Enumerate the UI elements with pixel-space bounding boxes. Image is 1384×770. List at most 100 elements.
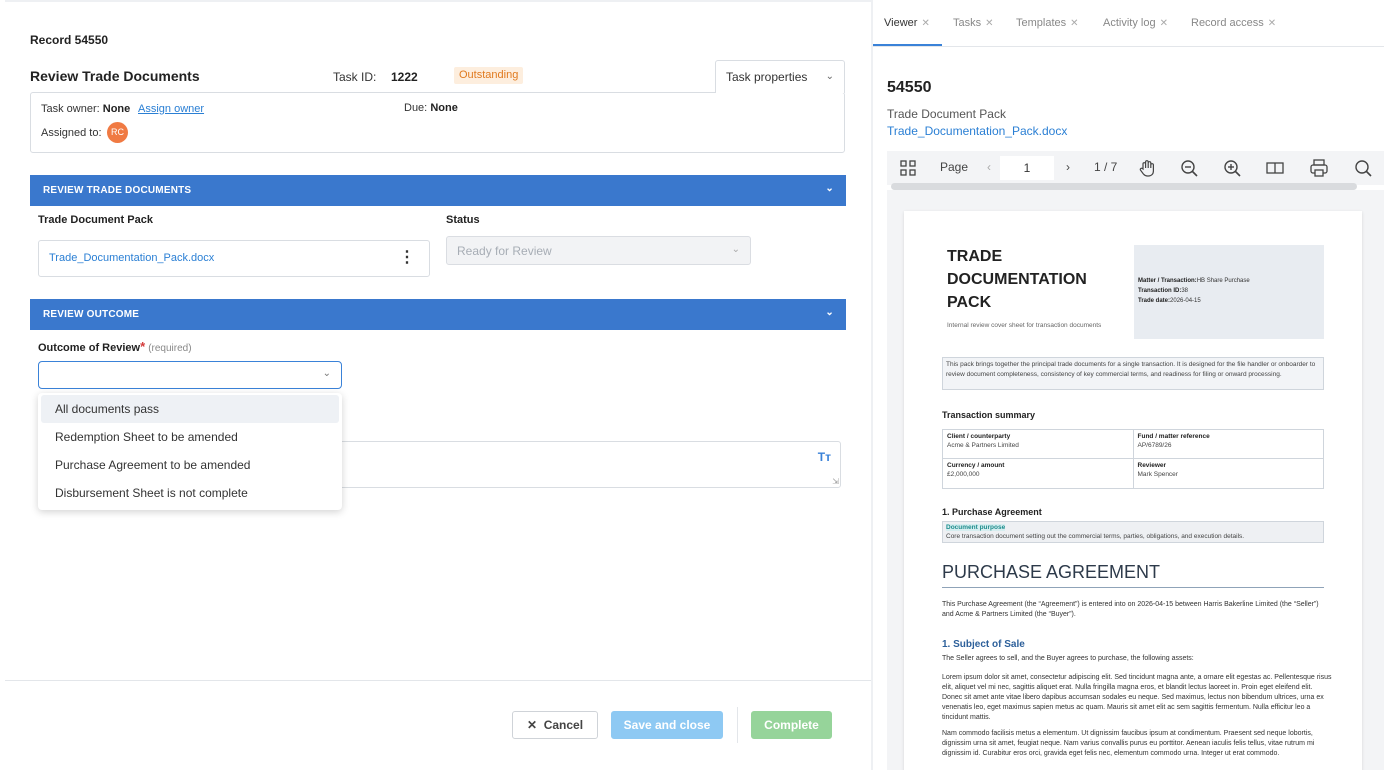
tab-label: Tasks [953,17,982,29]
text-format-icon[interactable]: Tт [818,450,831,464]
tab-label: Templates [1016,17,1067,29]
horizontal-scrollbar[interactable] [891,183,1357,190]
doc-pa-heading: 1. Purchase Agreement [942,507,1042,517]
meta-value: HB Share Purchase [1196,278,1250,284]
outcome-select[interactable]: ⌄ [38,361,342,389]
tab-bar: Viewer ✕ Tasks ✕ Templates ✕ Activity log ✕ … [873,0,1384,47]
tab-label: Record access [1191,17,1264,29]
tab-viewer[interactable]: Viewer ✕ [884,17,930,29]
doc-title-line: DOCUMENTATION [947,271,1087,288]
due-date: Due: None [404,102,458,114]
doc-title-line: TRADE [947,248,1003,265]
cell-value: Acme & Partners Limited [947,442,1019,449]
dropdown-option[interactable]: All documents pass [41,395,339,423]
close-icon[interactable]: ✕ [1160,18,1168,29]
close-icon[interactable]: ✕ [985,18,993,29]
task-id-value: 1222 [391,70,418,84]
doc-paragraph: The Seller agrees to sell, and the Buyer… [942,655,1194,662]
tab-templates[interactable]: Templates ✕ [1016,17,1079,29]
doc-pack-label: Trade Document Pack [38,214,153,226]
chevron-down-icon: ⌄ [825,307,834,318]
table-cell: Reviewer Mark Spencer [1134,459,1324,488]
hand-icon[interactable] [1137,157,1159,179]
prev-page-icon[interactable]: ‹ [987,160,991,174]
print-icon[interactable] [1308,157,1330,179]
record-subtitle: Trade Document Pack [887,107,1006,121]
outcome-label-text: Outcome of Review [38,342,141,354]
doc-paragraph: This Purchase Agreement (the “Agreement”… [942,601,1319,618]
doc-cover-note: Internal review cover sheet for transact… [947,322,1102,329]
meta-label: Transaction ID: [1138,288,1182,294]
document-page: TRADE DOCUMENTATION PACK Internal review… [904,211,1362,770]
document-canvas[interactable]: TRADE DOCUMENTATION PACK Internal review… [887,190,1384,770]
close-icon[interactable]: ✕ [1070,18,1078,29]
task-pane: Record 54550 Review Trade Documents Task… [5,0,871,770]
cell-label: Fund / matter reference [1137,433,1210,440]
save-and-close-button[interactable]: Save and close [611,711,723,739]
purpose-text: Core transaction document setting out th… [946,533,1245,540]
required-note: (required) [148,343,192,354]
status-label: Status [446,214,480,226]
record-number: 54550 [887,79,932,96]
due-label: Due: [404,102,428,114]
next-page-icon[interactable]: › [1066,160,1070,174]
zoom-out-icon[interactable] [1178,157,1200,179]
cell-value: £2,000,000 [947,471,980,478]
task-owner: Task owner: None [41,103,130,115]
grid-icon[interactable] [897,157,919,179]
chevron-down-icon: ⌄ [322,368,331,379]
button-divider [737,707,738,743]
table-cell: Currency / amount £2,000,000 [943,459,1134,488]
meta-value: 2026-04-15 [1170,298,1201,304]
cancel-label: Cancel [543,718,584,732]
doc-title: TRADE DOCUMENTATION PACK [947,245,1127,314]
section-title: REVIEW OUTCOME [43,309,140,320]
section-review-outcome[interactable]: REVIEW OUTCOME ⌄ [30,299,846,330]
dropdown-option[interactable]: Redemption Sheet to be amended [41,423,339,451]
doc-summary-table: Client / counterparty Acme & Partners Lim… [942,429,1324,489]
tab-activity-log[interactable]: Activity log ✕ [1103,17,1168,29]
cell-value: AP/6789/26 [1137,442,1172,449]
viewer-pane: Viewer ✕ Tasks ✕ Templates ✕ Activity log ✕ … [873,0,1384,770]
tab-label: Activity log [1103,17,1156,29]
meta-label: Trade date: [1138,298,1171,304]
dropdown-option[interactable]: Purchase Agreement to be amended [41,451,339,479]
close-icon[interactable]: ✕ [1268,18,1276,29]
viewer-toolbar: Page ‹ 1 › 1 / 7 [887,151,1384,185]
cell-label: Currency / amount [947,462,1005,469]
assignee-avatar[interactable]: RC [107,122,128,143]
record-file-link[interactable]: Trade_Documentation_Pack.docx [887,124,1067,138]
table-cell: Fund / matter reference AP/6789/26 [1134,430,1324,458]
resize-handle-icon[interactable]: ⇲ [832,478,839,486]
assign-owner-link[interactable]: Assign owner [138,103,204,115]
footer-divider [5,680,871,681]
chevron-down-icon: ⌄ [825,71,834,82]
comment-textarea[interactable]: Tт ⇲ [310,441,841,488]
doc-intro: This pack brings together the principal … [942,357,1324,390]
doc-summary-heading: Transaction summary [942,410,1036,420]
task-properties-button[interactable]: Task properties ⌄ [715,60,845,93]
search-icon[interactable] [1352,157,1374,179]
required-asterisk: * [140,339,146,354]
more-options-icon[interactable]: ⋮ [399,248,415,268]
status-select-value: Ready for Review [457,244,552,258]
chevron-down-icon: ⌄ [731,244,740,255]
task-owner-value: None [102,103,131,115]
complete-button[interactable]: Complete [751,711,832,739]
columns-icon[interactable] [1264,157,1286,179]
cancel-button[interactable]: ✕ Cancel [512,711,598,739]
tab-tasks[interactable]: Tasks ✕ [953,17,994,29]
page-number-input[interactable]: 1 [1000,156,1054,180]
tab-record-access[interactable]: Record access ✕ [1191,17,1276,29]
section-review-trade-documents[interactable]: REVIEW TRADE DOCUMENTS ⌄ [30,175,846,206]
page-label: Page [940,160,969,174]
dropdown-option[interactable]: Disbursement Sheet is not complete [41,479,339,507]
outcome-dropdown: All documents pass Redemption Sheet to b… [38,393,342,510]
close-icon[interactable]: ✕ [921,18,929,29]
table-cell: Client / counterparty Acme & Partners Lim… [943,430,1134,458]
cell-value: Mark Spencer [1137,471,1178,478]
doc-title-line: PACK [947,294,992,311]
zoom-in-icon[interactable] [1221,157,1243,179]
doc-paragraph: Nam commodo facilisis metus a elementum.… [942,730,1315,757]
doc-pack-file-link[interactable]: Trade_Documentation_Pack.docx [49,252,214,264]
